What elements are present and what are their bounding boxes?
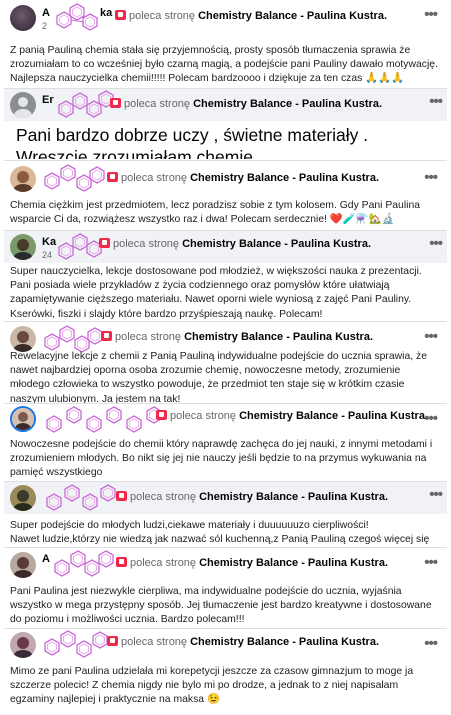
- page-link[interactable]: Chemistry Balance - Paulina Kustra.: [182, 238, 371, 250]
- review-card: poleca stronę Chemistry Balance - Paulin…: [4, 160, 447, 230]
- more-dots-icon[interactable]: •••: [429, 235, 443, 252]
- recommendation-line: poleca stronę Chemistry Balance - Paulin…: [116, 491, 388, 504]
- recommend-verb: poleca stronę: [121, 636, 188, 648]
- recommendation-line: poleca stronę Chemistry Balance - Paulin…: [156, 410, 428, 423]
- page-link[interactable]: Chemistry Balance - Paulina Kustra.: [199, 491, 388, 503]
- post-meta[interactable]: 24: [42, 250, 52, 260]
- avatar[interactable]: [10, 166, 36, 192]
- hexagon-molecule-icon: [46, 484, 116, 511]
- recommend-verb: poleca stronę: [121, 172, 188, 184]
- review-text: Nowoczesne podejście do chemii który nap…: [10, 439, 433, 479]
- reviewer-name[interactable]: Er: [42, 94, 54, 106]
- more-dots-icon[interactable]: •••: [429, 486, 443, 503]
- review-header: Er poleca stronę Chemistry Balance - Pau…: [4, 89, 447, 121]
- more-dots-icon[interactable]: •••: [424, 410, 438, 427]
- review-text: Super podejście do młodych ludzi,ciekawe…: [10, 520, 430, 546]
- more-dots-icon[interactable]: •••: [424, 554, 438, 571]
- page-link[interactable]: Chemistry Balance - Paulina Kustra.: [190, 636, 379, 648]
- review-card: Er poleca stronę Chemistry Balance - Pau…: [4, 88, 447, 159]
- recommend-verb: poleca stronę: [170, 410, 237, 422]
- page-link[interactable]: Chemistry Balance - Paulina Kustra.: [199, 557, 388, 569]
- page-link[interactable]: Chemistry Balance - Paulina Kustra.: [190, 172, 379, 184]
- review-text: Mimo ze pani Paulina udzielała mi korepe…: [10, 666, 414, 706]
- recommend-flag-icon: [107, 636, 118, 646]
- recommendation-line: poleca stronę Chemistry Balance - Paulin…: [99, 238, 371, 251]
- avatar[interactable]: [10, 485, 36, 511]
- post-meta[interactable]: 2: [42, 21, 47, 31]
- review-text: Pani bardzo dobrze uczy , świetne materi…: [16, 125, 369, 159]
- more-dots-icon[interactable]: •••: [424, 328, 438, 345]
- review-card: poleca stronę Chemistry Balance - Paulin…: [4, 628, 447, 715]
- review-text: Z panią Pauliną chemia stała się przyjem…: [10, 45, 438, 85]
- review-header: poleca stronę Chemistry Balance - Paulin…: [4, 404, 447, 436]
- more-dots-icon[interactable]: •••: [424, 6, 438, 23]
- recommendation-line: poleca stronę Chemistry Balance - Paulin…: [107, 172, 379, 185]
- more-dots-icon[interactable]: •••: [429, 93, 443, 110]
- review-card: poleca stronę Chemistry Balance - Paulin…: [4, 481, 447, 547]
- recommend-flag-icon: [110, 98, 121, 108]
- review-card: A 2 ka poleca stronę Chemistry Balance -…: [4, 2, 447, 97]
- recommendation-line: poleca stronę Chemistry Balance - Paulin…: [115, 10, 387, 23]
- recommendation-line: poleca stronę Chemistry Balance - Paulin…: [116, 557, 388, 570]
- review-text: Super nauczycielka, lekcje dostosowane p…: [10, 266, 422, 320]
- hexagon-molecule-icon: [58, 90, 114, 118]
- review-text: Rewelacyjne lekcje z chemii z Panią Paul…: [10, 351, 428, 405]
- recommend-flag-icon: [99, 238, 110, 248]
- recommendation-line: poleca stronę Chemistry Balance - Paulin…: [110, 98, 382, 111]
- page-link[interactable]: Chemistry Balance - Paulina Kustra.: [198, 10, 387, 22]
- hexagon-molecule-icon: [44, 164, 105, 192]
- review-card: poleca stronę Chemistry Balance - Paulin…: [4, 321, 447, 405]
- reviewer-name-suffix[interactable]: ka: [100, 7, 112, 19]
- recommend-verb: poleca stronę: [124, 98, 191, 110]
- review-card: poleca stronę Chemistry Balance - Paulin…: [4, 403, 447, 480]
- recommend-verb: poleca stronę: [113, 238, 180, 250]
- avatar[interactable]: [10, 406, 36, 432]
- more-dots-icon[interactable]: •••: [424, 169, 438, 186]
- recommend-verb: poleca stronę: [130, 491, 197, 503]
- review-header: Ka 24 poleca stronę Chemistry Balance - …: [4, 231, 447, 263]
- review-header: A 2 ka poleca stronę Chemistry Balance -…: [4, 2, 447, 34]
- review-header: A poleca stronę Chemistry Balance - Paul…: [4, 548, 447, 580]
- avatar[interactable]: [10, 326, 36, 352]
- review-card: Ka 24 poleca stronę Chemistry Balance - …: [4, 230, 447, 321]
- avatar[interactable]: [10, 5, 36, 31]
- reviewer-name[interactable]: Ka: [42, 236, 56, 248]
- avatar[interactable]: [10, 234, 36, 260]
- review-header: poleca stronę Chemistry Balance - Paulin…: [4, 161, 447, 195]
- hexagon-molecule-icon: [44, 630, 108, 658]
- hexagon-molecule-icon: [54, 550, 114, 577]
- recommendation-line: poleca stronę Chemistry Balance - Paulin…: [101, 331, 373, 344]
- hexagon-molecule-icon: [46, 406, 162, 433]
- page-link[interactable]: Chemistry Balance - Paulina Kustra.: [184, 331, 373, 343]
- more-dots-icon[interactable]: •••: [424, 635, 438, 652]
- avatar[interactable]: [10, 92, 36, 118]
- review-card: A poleca stronę Chemistry Balance - Paul…: [4, 547, 447, 629]
- recommend-flag-icon: [101, 331, 112, 341]
- reviewer-name[interactable]: A: [42, 7, 50, 19]
- recommend-flag-icon: [115, 10, 126, 20]
- review-text: Pani Paulina jest niezwykle cierpliwa, m…: [10, 586, 432, 626]
- recommend-flag-icon: [116, 491, 127, 501]
- recommend-flag-icon: [116, 557, 127, 567]
- page-link[interactable]: Chemistry Balance - Paulina Kustra.: [239, 410, 428, 422]
- recommendation-line: poleca stronę Chemistry Balance - Paulin…: [107, 636, 379, 649]
- review-header: poleca stronę Chemistry Balance - Paulin…: [4, 629, 447, 661]
- reviewer-name[interactable]: A: [42, 553, 50, 565]
- review-text: Chemia ciężkim jest przedmiotem, lecz po…: [10, 200, 421, 226]
- recommend-flag-icon: [107, 172, 118, 182]
- recommend-verb: poleca stronę: [115, 331, 182, 343]
- recommend-verb: poleca stronę: [129, 10, 196, 22]
- avatar[interactable]: [10, 632, 36, 658]
- avatar[interactable]: [10, 552, 36, 578]
- page-link[interactable]: Chemistry Balance - Paulina Kustra.: [193, 98, 382, 110]
- hexagon-molecule-icon: [58, 233, 102, 260]
- recommend-verb: poleca stronę: [130, 557, 197, 569]
- review-header: poleca stronę Chemistry Balance - Paulin…: [4, 482, 447, 514]
- hexagon-molecule-icon: [56, 3, 98, 31]
- recommend-flag-icon: [156, 410, 167, 420]
